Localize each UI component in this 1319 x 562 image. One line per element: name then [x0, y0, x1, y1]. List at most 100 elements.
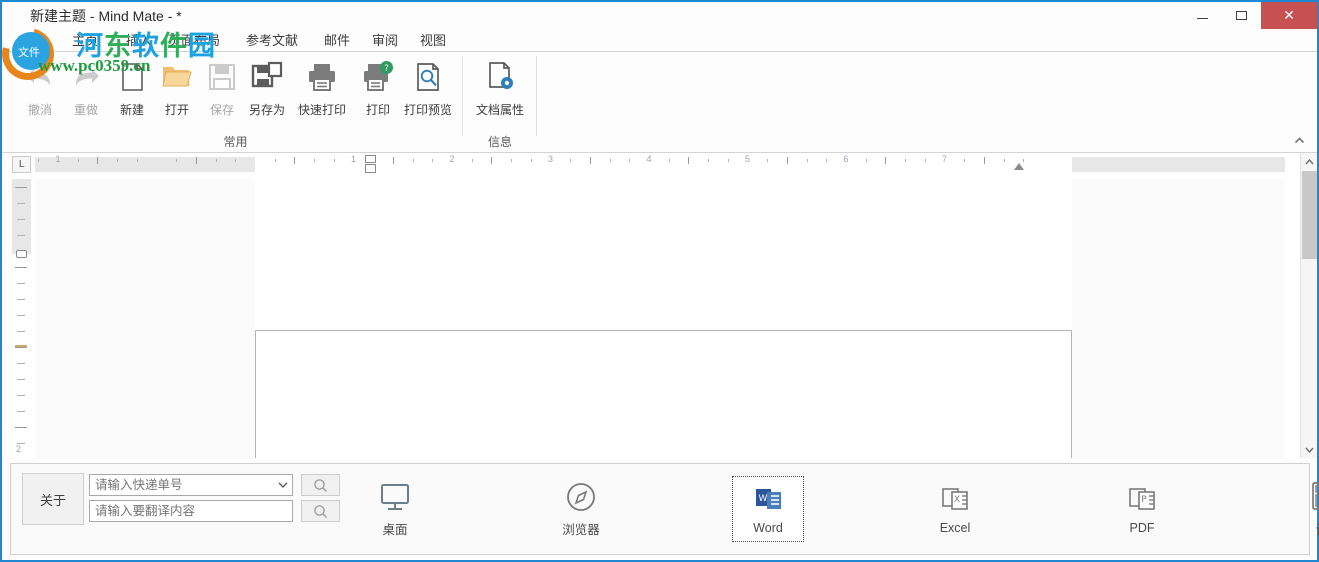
undo-label: 撤消 [27, 103, 52, 117]
maximize-button[interactable] [1222, 2, 1261, 29]
minimize-button[interactable] [1183, 2, 1222, 29]
ruler-number: 7 [941, 154, 948, 164]
minimize-icon [1197, 18, 1208, 19]
ruler-tick [885, 157, 887, 164]
scroll-down-icon[interactable] [1301, 441, 1317, 458]
ruler-tick [983, 157, 985, 164]
launcher-pdf-label: PDF [1129, 521, 1155, 535]
ribbon-tab-0[interactable]: 文件 [12, 30, 50, 51]
ruler-tick [708, 159, 710, 162]
ruler-right-margin-zone [1072, 157, 1285, 172]
vertical-indent-handle[interactable] [15, 345, 27, 347]
right-indent-marker[interactable] [1014, 163, 1024, 170]
ruler-tick [333, 159, 335, 162]
print-button[interactable]: ? 打印 [350, 56, 406, 130]
save-as-icon [251, 61, 283, 88]
ruler-tick [294, 157, 296, 164]
preview-button[interactable]: 打印预览 [400, 56, 456, 130]
ruler-tick [432, 159, 434, 162]
document-gear-wrapper [483, 56, 517, 98]
tab-stop-selector[interactable]: L [12, 156, 31, 173]
ruler-tick [924, 159, 926, 162]
launcher-pdf[interactable]: P PDF [1106, 476, 1178, 542]
page-margin-left [35, 179, 255, 458]
undo-arrow-wrapper [23, 56, 57, 98]
launcher-browser-label: 浏览器 [562, 522, 600, 537]
about-button[interactable]: 关于 [22, 473, 84, 525]
new-document-wrapper [115, 56, 149, 98]
ribbon-tab-7[interactable]: 视图 [414, 30, 452, 51]
launcher-desktop[interactable]: 桌面 [359, 476, 431, 542]
open-folder-icon [162, 67, 192, 87]
vertical-ruler-tick [15, 187, 27, 188]
ribbon-tab-6[interactable]: 审阅 [366, 30, 404, 51]
chevron-up-icon[interactable] [1289, 132, 1309, 148]
vertical-ruler-tick [17, 379, 25, 380]
saveas-button[interactable]: 另存为 [239, 56, 295, 130]
pdf-doc-icon: P [1129, 488, 1155, 510]
ruler-number: 4 [646, 154, 652, 164]
launcher-browser[interactable]: 浏览器 [545, 476, 617, 542]
undo-arrow-icon [27, 69, 50, 85]
horizontal-ruler[interactable]: L 1 1 2 3 4 5 6 7 [2, 153, 1317, 175]
page-margin-right [1072, 179, 1285, 458]
launcher-word-label: Word [753, 521, 783, 535]
ribbon-tab-2[interactable]: 插入 [120, 30, 158, 51]
document-page[interactable] [255, 330, 1072, 458]
bottom-toolbar: 关于 桌面 浏览器 W Word X Excel P PDF 计 [10, 463, 1319, 555]
compass-icon [567, 482, 595, 511]
vertical-ruler-tick [17, 299, 25, 300]
tracking-number-combobox[interactable] [89, 474, 293, 496]
ribbon-tab-1[interactable]: 主页 [66, 30, 104, 51]
docprops-button[interactable]: 文档属性 [472, 56, 528, 130]
ribbon-group-label-常用: 常用 [223, 135, 248, 149]
calculator-icon [1312, 481, 1319, 510]
excel-doc-icon: X [942, 488, 968, 510]
vertical-ruler-tick [17, 219, 25, 220]
ribbon-tab-4[interactable]: 参考文献 [240, 30, 304, 51]
top-margin-handle[interactable] [16, 250, 27, 258]
ruler-tick [727, 159, 729, 162]
title-bar: 新建主题 - Mind Mate - * ✕ [2, 2, 1317, 30]
monitor-icon [381, 483, 409, 510]
ruler-tick [905, 159, 907, 162]
printer-icon [309, 64, 335, 91]
ruler-number: 2 [449, 154, 455, 164]
ribbon-group-separator [536, 56, 537, 136]
ruler-number: 5 [744, 154, 751, 164]
vertical-scrollbar[interactable] [1300, 153, 1317, 458]
scroll-up-icon[interactable] [1301, 153, 1317, 170]
redo-arrow-icon [76, 69, 99, 85]
ribbon-tab-3[interactable]: 页面布局 [162, 30, 226, 51]
maximize-icon [1236, 11, 1247, 20]
quickprint-button[interactable]: 快速打印 [294, 56, 350, 130]
document-body-text[interactable] [256, 331, 1071, 363]
scrollbar-thumb[interactable] [1302, 171, 1317, 259]
ruler-tick [826, 159, 828, 162]
vertical-ruler-tick [17, 363, 25, 364]
window-controls: ✕ [1183, 2, 1317, 30]
ribbon-tab-5[interactable]: 邮件 [318, 30, 356, 51]
floppy-disk-wrapper [205, 56, 239, 98]
vertical-ruler[interactable]: 2 [12, 179, 31, 458]
translate-input-wrapper[interactable] [89, 500, 293, 522]
ruler-tick [688, 157, 690, 164]
vertical-ruler-number: 2 [16, 444, 22, 454]
chevron-down-icon[interactable] [274, 475, 292, 495]
launcher-word[interactable]: W Word [732, 476, 804, 542]
window-title: 新建主题 - Mind Mate - * [30, 8, 182, 24]
launcher-calc[interactable]: 计 [1286, 476, 1319, 542]
hanging-indent-marker[interactable] [365, 164, 376, 173]
close-button[interactable]: ✕ [1261, 2, 1317, 29]
ruler-tick [235, 159, 237, 162]
ruler-number: 6 [843, 154, 849, 164]
tracking-number-input[interactable] [90, 478, 274, 492]
printer-wrapper [305, 56, 339, 98]
translate-input[interactable] [90, 504, 292, 518]
launcher-excel[interactable]: X Excel [919, 476, 991, 542]
ruler-tick [412, 159, 414, 162]
ribbon-group-label-信息: 信息 [487, 135, 512, 149]
first-line-indent-marker[interactable] [365, 155, 376, 163]
translate-search-button[interactable] [301, 500, 340, 522]
tracking-search-button[interactable] [301, 474, 340, 496]
